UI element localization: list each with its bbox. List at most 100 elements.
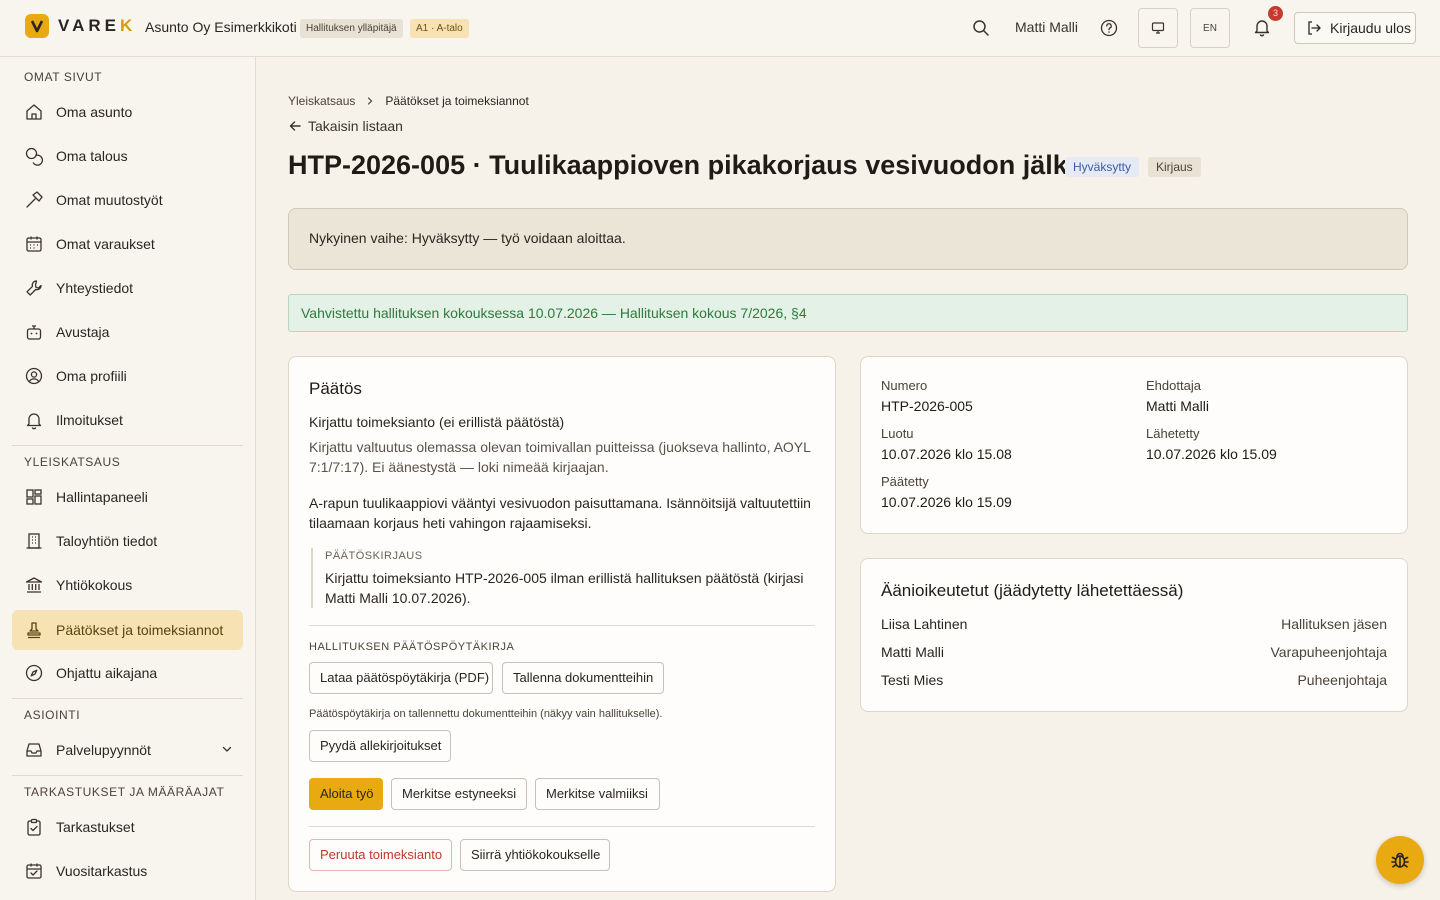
calendar-check-icon [26, 863, 42, 879]
sidebar-item-ilmoitukset[interactable]: Ilmoitukset [12, 400, 243, 440]
user-circle-icon [25, 367, 43, 385]
dashboard-icon [26, 489, 42, 505]
compass-icon [25, 664, 43, 682]
logout-icon [1308, 21, 1321, 35]
confirmed-banner: Vahvistettu hallituksen kokouksessa 10.0… [288, 294, 1408, 332]
apartment-badge: A1 · A-talo [410, 19, 469, 38]
decision-card: Päätös Kirjattu toimeksianto (ei erillis… [288, 356, 836, 892]
meta-label: Lähetetty [1146, 426, 1200, 441]
download-minutes-pdf-button[interactable]: Lataa päätöspöytäkirja (PDF) [309, 662, 493, 694]
sidebar-item-oma-asunto[interactable]: Oma asunto [12, 92, 243, 132]
request-signatures-button[interactable]: Pyydä allekirjoitukset [309, 730, 451, 762]
landmark-icon [25, 577, 43, 593]
meta-value: 10.07.2026 klo 15.08 [881, 446, 1012, 462]
sidebar-item-oma-profiili[interactable]: Oma profiili [12, 356, 243, 396]
minutes-note: Päätöspöytäkirja on tallennettu dokument… [309, 708, 663, 720]
meta-decided: Päätetty 10.07.2026 klo 15.09 [881, 474, 1012, 510]
sidebar-section-heading: YLEISKATSAUS [24, 455, 121, 469]
sidebar-item-label: Tarkastukset [56, 819, 135, 835]
language-button[interactable]: EN [1190, 8, 1230, 48]
meta-value: 10.07.2026 klo 15.09 [1146, 446, 1277, 462]
meta-value: Matti Malli [1146, 398, 1210, 414]
wrench-icon [26, 280, 42, 296]
inbox-icon [26, 743, 42, 757]
display-mode-button[interactable] [1138, 8, 1178, 48]
save-to-documents-button[interactable]: Tallenna dokumentteihin [502, 662, 664, 694]
monitor-icon [1151, 22, 1165, 34]
current-phase-banner: Nykyinen vaihe: Hyväksytty — työ voidaan… [288, 208, 1408, 270]
breadcrumb-link[interactable]: Yleiskatsaus [288, 94, 355, 108]
sidebar-item-omat-muutostyot[interactable]: Omat muutostyöt [12, 180, 243, 220]
back-to-list-link[interactable]: Takaisin listaan [288, 118, 403, 134]
role-badge: Hallituksen ylläpitäjä [300, 19, 403, 38]
sidebar-item-omat-varaukset[interactable]: Omat varaukset [12, 224, 243, 264]
meta-sent: Lähetetty 10.07.2026 klo 15.09 [1146, 426, 1277, 462]
meta-proposer: Ehdottaja Matti Malli [1146, 378, 1209, 414]
sidebar-item-label: Avustaja [56, 324, 110, 340]
sidebar-divider [12, 775, 243, 776]
sidebar-item-yhtiokokous[interactable]: Yhtiökokous [12, 565, 243, 605]
org-name: Asunto Oy Esimerkkikoti [145, 19, 297, 35]
meta-created: Luotu 10.07.2026 klo 15.08 [881, 426, 1012, 462]
logout-label: Kirjaudu ulos [1330, 20, 1411, 36]
meta-label: Numero [881, 378, 928, 393]
sidebar-divider [12, 445, 243, 446]
meta-label: Luotu [881, 426, 914, 441]
chevron-right-icon [368, 97, 373, 105]
sidebar-item-label: Ilmoitukset [56, 412, 123, 428]
logo-icon[interactable] [25, 14, 49, 38]
sidebar-item-avustaja[interactable]: Avustaja [12, 312, 243, 352]
voter-name: Testi Mies [881, 672, 944, 688]
sidebar-item-label: Palvelupyynnöt [56, 742, 151, 758]
bell-icon [26, 413, 42, 430]
sidebar-item-hallintapaneeli[interactable]: Hallintapaneeli [12, 477, 243, 517]
sidebar-item-label: Hallintapaneeli [56, 489, 148, 505]
sidebar-item-label: Vuositarkastus [56, 863, 148, 879]
voter-role: Varapuheenjohtaja [1270, 644, 1387, 660]
bot-icon [26, 325, 42, 340]
divider [309, 625, 815, 626]
help-icon[interactable] [1098, 17, 1120, 39]
house-icon [26, 104, 42, 120]
decision-description: A-rapun tuulikaappiovi vääntyi vesivuodo… [309, 495, 811, 531]
voter-name: Matti Malli [881, 644, 945, 660]
sidebar-item-vuositarkastus[interactable]: Vuositarkastus [12, 851, 243, 891]
hammer-icon [26, 191, 43, 208]
top-bar: VAREK Asunto Oy Esimerkkikoti Hallitukse… [0, 0, 1440, 57]
sidebar-item-label: Oma talous [56, 148, 128, 164]
cancel-assignment-button[interactable]: Peruuta toimeksianto [309, 839, 452, 871]
logo-text[interactable]: VAREK [58, 16, 136, 36]
voters-card: Äänioikeutetut (jäädytetty lähetettäessä… [860, 558, 1408, 712]
move-to-agm-button[interactable]: Siirrä yhtiökokoukselle [460, 839, 610, 871]
meta-label: Päätetty [881, 474, 929, 489]
sidebar-divider [12, 698, 243, 699]
decision-record-quote: PÄÄTÖSKIRJAUS Kirjattu toimeksianto HTP-… [311, 548, 821, 608]
logout-button[interactable]: Kirjaudu ulos [1294, 12, 1416, 44]
sidebar-section-heading: OMAT SIVUT [24, 70, 103, 84]
decision-authority-text: Kirjattu valtuutus olemassa olevan toimi… [309, 439, 811, 475]
mark-done-button[interactable]: Merkitse valmiiksi [535, 778, 660, 810]
sidebar-item-label: Ohjattu aikajana [56, 665, 158, 681]
minutes-section-label: HALLITUKSEN PÄÄTÖSPÖYTÄKIRJA [309, 641, 515, 653]
bug-report-button[interactable] [1376, 836, 1424, 884]
sidebar-item-oma-talous[interactable]: Oma talous [12, 136, 243, 176]
sidebar-item-tarkastukset[interactable]: Tarkastukset [12, 807, 243, 847]
sidebar-item-yhteystiedot[interactable]: Yhteystiedot [12, 268, 243, 308]
voter-row: Testi Mies Puheenjohtaja [881, 672, 1387, 688]
start-work-button[interactable]: Aloita työ [309, 778, 383, 810]
stamp-icon [27, 622, 41, 639]
user-menu[interactable]: Matti Malli [1015, 19, 1078, 35]
sidebar-item-taloyhtion-tiedot[interactable]: Taloyhtiön tiedot [12, 521, 243, 561]
bug-icon [1391, 852, 1409, 868]
voter-row: Matti Malli Varapuheenjohtaja [881, 644, 1387, 660]
chevron-down-icon [222, 746, 232, 752]
sidebar-item-label: Yhteystiedot [56, 280, 134, 296]
decision-title: Päätös [309, 379, 362, 398]
sidebar-item-paatokset[interactable]: Päätökset ja toimeksiannot [12, 610, 243, 650]
meta-label: Ehdottaja [1146, 378, 1201, 393]
sidebar-item-ohjattu-aikajana[interactable]: Ohjattu aikajana [12, 653, 243, 693]
search-icon[interactable] [970, 17, 992, 39]
sidebar-item-label: Omat varaukset [56, 236, 155, 252]
sidebar-item-palvelupyynnot[interactable]: Palvelupyynnöt [12, 730, 243, 770]
mark-blocked-button[interactable]: Merkitse estyneeksi [391, 778, 527, 810]
